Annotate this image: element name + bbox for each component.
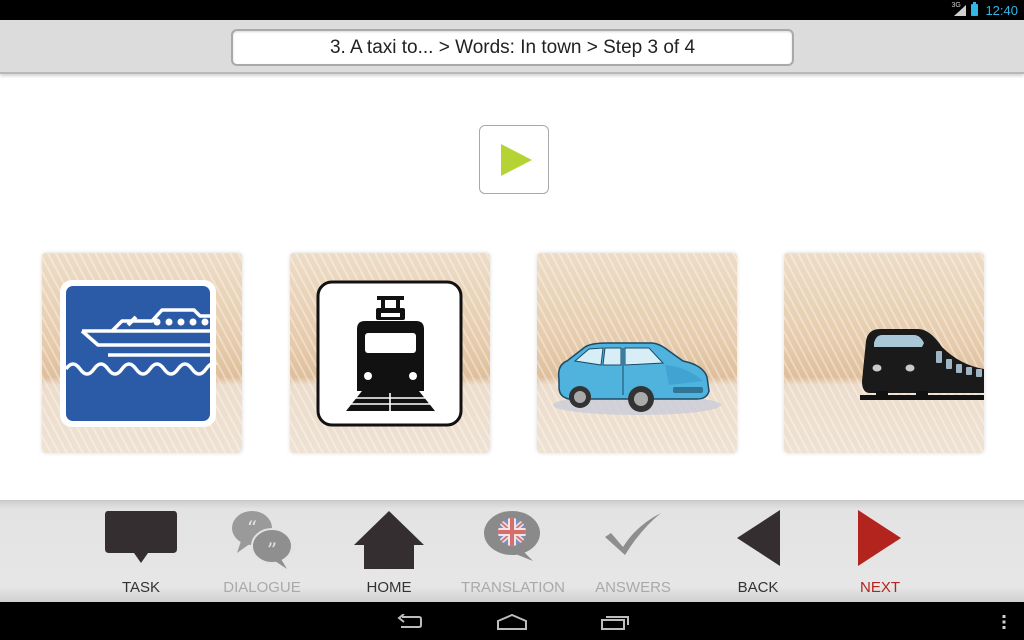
dialogue-bubbles-icon: “ ” — [232, 511, 293, 569]
nav-home-button[interactable] — [490, 610, 534, 634]
status-bar: 3G 12:40 — [0, 0, 1024, 20]
home-icon — [354, 511, 424, 569]
task-button[interactable]: TASK — [86, 501, 196, 603]
car-icon — [553, 342, 721, 415]
nav-back-button[interactable] — [387, 610, 431, 634]
breadcrumb: 3. A taxi to... > Words: In town > Step … — [231, 29, 794, 66]
ferry-sign-icon — [60, 280, 218, 427]
back-icon — [397, 614, 422, 628]
nav-recent-apps-button[interactable] — [593, 610, 637, 634]
home-label: HOME — [366, 579, 412, 596]
signal-icon: 3G — [951, 2, 967, 17]
header-bar: 3. A taxi to... > Words: In town > Step … — [0, 20, 1024, 74]
status-icons: 3G 12:40 — [951, 2, 1018, 18]
uk-flag-bubble-icon — [484, 511, 540, 561]
dialogue-label: DIALOGUE — [223, 579, 301, 596]
task-label: TASK — [121, 579, 161, 596]
choice-tile-ferry[interactable] — [42, 253, 242, 453]
next-button[interactable]: NEXT — [825, 501, 935, 603]
home-icon — [497, 614, 527, 630]
battery-icon — [971, 2, 979, 16]
play-icon — [501, 144, 532, 176]
translation-label: TRANSLATION — [461, 579, 565, 596]
home-button[interactable]: HOME — [334, 501, 444, 603]
back-button[interactable]: BACK — [703, 501, 813, 603]
choice-tile-car[interactable] — [537, 253, 737, 453]
recent-apps-icon — [601, 616, 629, 630]
svg-text:”: ” — [267, 538, 277, 562]
play-audio-button[interactable] — [479, 125, 549, 194]
dialogue-button[interactable]: “ ” DIALOGUE — [207, 501, 317, 603]
bottom-toolbar: TASK “ ” DIALOGUE HOME TRANSLATION ANSWE… — [0, 500, 1024, 602]
clock: 12:40 — [985, 2, 1018, 18]
checkmark-icon — [605, 513, 661, 555]
back-label: BACK — [737, 579, 779, 596]
choice-tile-tram[interactable] — [290, 253, 490, 453]
back-arrow-icon — [737, 510, 780, 566]
app-screen: 3. A taxi to... > Words: In town > Step … — [0, 20, 1024, 602]
speech-bubble-icon — [105, 511, 177, 563]
overflow-menu-icon — [1002, 615, 1006, 629]
overflow-menu-button[interactable] — [992, 610, 1016, 634]
system-nav-bar — [0, 602, 1024, 640]
next-label: NEXT — [859, 579, 900, 596]
svg-text:“: “ — [247, 516, 257, 540]
answer-choices — [0, 253, 1024, 453]
translation-button[interactable]: TRANSLATION — [458, 501, 568, 603]
train-icon — [860, 329, 984, 400]
tram-sign-icon — [316, 280, 463, 427]
next-arrow-icon — [858, 510, 901, 566]
answers-label: ANSWERS — [595, 579, 671, 596]
choice-tile-train[interactable] — [784, 253, 984, 453]
answers-button[interactable]: ANSWERS — [578, 501, 688, 603]
